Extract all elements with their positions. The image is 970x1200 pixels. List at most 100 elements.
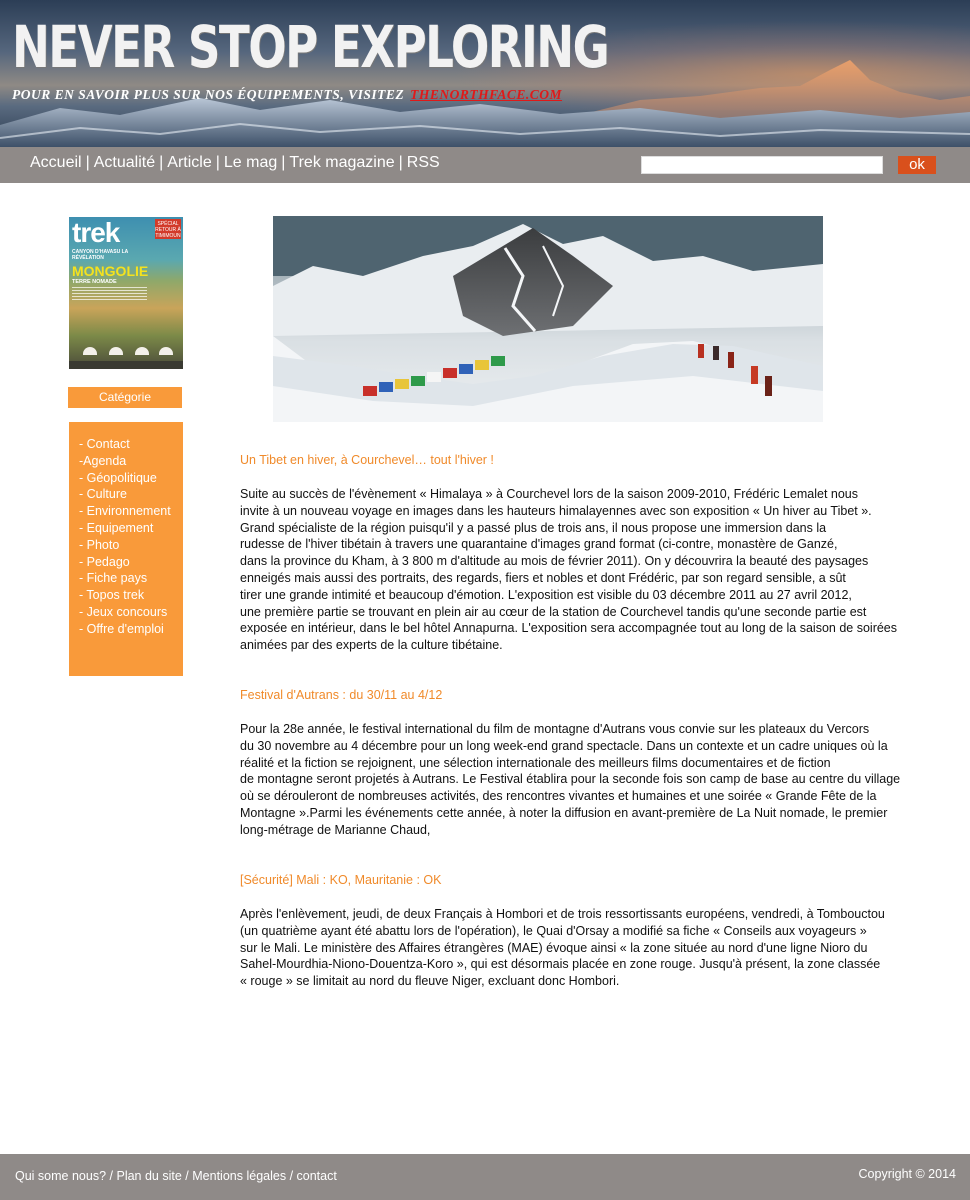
nav-article[interactable]: Article: [167, 154, 211, 171]
article-3: [Sécurité] Mali : KO, Mauritanie : OK Ap…: [240, 872, 940, 988]
magazine-badge: SPÉCIAL RETOUR À TIMIMOUN: [155, 219, 181, 239]
article-line: où se dérouleront de nombreuses activité…: [240, 789, 877, 804]
article-line: Sahel-Mourdhia-Niono-Douentza-Koro », qu…: [240, 957, 881, 972]
nav-separator: |: [215, 154, 220, 171]
nav-rss[interactable]: RSS: [407, 154, 440, 171]
article-line: invite à un nouveau voyage en images dan…: [240, 503, 872, 518]
nav-separator: |: [398, 154, 403, 171]
yurt-image: [109, 347, 123, 355]
article-line: Après l'enlèvement, jeudi, de deux Franç…: [240, 907, 885, 921]
magazine-cover[interactable]: trek SPÉCIAL RETOUR À TIMIMOUN CANYON D'…: [69, 217, 183, 369]
nav-separator: |: [281, 154, 286, 171]
footer-separator: /: [185, 1169, 189, 1183]
category-item: - Contact: [79, 436, 171, 453]
category-link-topos-trek[interactable]: - Topos trek: [79, 588, 144, 602]
article-line: Montagne ».Parmi les événements cette an…: [240, 805, 888, 820]
category-link-equipement[interactable]: - Equipement: [79, 521, 153, 535]
magazine-text-lines: [72, 287, 147, 301]
article-line: animées par des experts de la culture ti…: [240, 638, 503, 653]
banner-tagline: POUR EN SAVOIR PLUS SUR NOS ÉQUIPEMENTS,…: [12, 87, 562, 103]
main-nav: Accueil | Actualité | Article | Le mag | Trek ma…: [30, 154, 440, 172]
hero-photo: [273, 216, 823, 422]
category-item: - Photo: [79, 537, 171, 554]
nav-separator: |: [85, 154, 90, 171]
article-line: rudesse de l'hiver tibétain à travers un…: [240, 537, 838, 552]
article-line: du 30 novembre au 4 décembre pour un lon…: [240, 738, 888, 753]
article-line: enneigés mais aussi des portraits, des r…: [240, 570, 846, 585]
article-body: Après l'enlèvement, jeudi, de deux Franç…: [240, 906, 885, 990]
nav-actualite[interactable]: Actualité: [94, 154, 155, 171]
category-item: - Equipement: [79, 520, 171, 537]
magazine-title: MONGOLIE: [72, 263, 149, 279]
magazine-cover-line: CANYON D'HAVASU LA RÉVÉLATION: [72, 249, 129, 261]
category-link-environnement[interactable]: - Environnement: [79, 504, 171, 518]
footer-separator: /: [289, 1169, 294, 1183]
search-submit-button[interactable]: ok: [898, 156, 936, 174]
article-line: une première partie se trouvant en plein…: [240, 604, 867, 619]
category-item: - Fiche pays: [79, 570, 171, 587]
article-line: « rouge » se limitait au nord du fleuve …: [240, 974, 620, 989]
magazine-subtitle: TERRE NOMADE: [72, 279, 117, 285]
footer-link-about[interactable]: Qui some nous?: [15, 1169, 106, 1183]
footer-link-legal[interactable]: Mentions légales: [192, 1169, 286, 1183]
article-line: Grand spécialiste de la région puisqu'il…: [240, 520, 827, 535]
article-line: tirer une grande intimité et beaucoup d'…: [240, 587, 852, 602]
article-line: exposée en intérieur, dans le bel hôtel …: [240, 621, 898, 636]
nav-accueil[interactable]: Accueil: [30, 154, 82, 171]
category-link-fiche-pays[interactable]: - Fiche pays: [79, 571, 147, 585]
magazine-logo: trek: [72, 217, 120, 248]
search-input[interactable]: [641, 156, 883, 174]
article-line: Suite au succès de l'évènement « Himalay…: [240, 487, 859, 501]
footer-nav: Qui some nous? / Plan du site / Mentions…: [15, 1169, 337, 1183]
category-item: - Environnement: [79, 503, 171, 520]
article-2: Festival d'Autrans : du 30/11 au 4/12 Po…: [240, 687, 940, 837]
header-banner: NEVER STOP EXPLORING POUR EN SAVOIR PLUS…: [0, 0, 970, 147]
article-line: Pour la 28e année, le festival internati…: [240, 722, 870, 736]
category-link-photo[interactable]: - Photo: [79, 538, 119, 552]
article-title[interactable]: Festival d'Autrans : du 30/11 au 4/12: [240, 687, 940, 704]
nav-trek-magazine[interactable]: Trek magazine: [289, 154, 394, 171]
article-line: dans la province du Kham, à 3 800 m d'al…: [240, 554, 869, 569]
category-item: - Culture: [79, 486, 171, 503]
category-item: - Pedago: [79, 554, 171, 571]
category-item: -Agenda: [79, 453, 171, 470]
article-body: Pour la 28e année, le festival internati…: [240, 721, 900, 839]
category-item: - Topos trek: [79, 587, 171, 604]
category-link-culture[interactable]: - Culture: [79, 487, 127, 501]
article-line: réalité et la fiction se rejoignent, une…: [240, 755, 831, 770]
magazine-footer-strip: [69, 361, 183, 369]
category-list: - Contact -Agenda - Géopolitique - Cultu…: [79, 436, 171, 638]
yurt-image: [83, 347, 97, 355]
category-link-jeux-concours[interactable]: - Jeux concours: [79, 605, 167, 619]
category-item: - Jeux concours: [79, 604, 171, 621]
nav-le-mag[interactable]: Le mag: [224, 154, 277, 171]
article-line: (un quatrième ayant été abattu lors de l…: [240, 923, 867, 938]
page-footer: Qui some nous? / Plan du site / Mentions…: [0, 1154, 970, 1200]
article-1: Un Tibet en hiver, à Courchevel… tout l'…: [240, 452, 940, 652]
article-line: long-métrage de Marianne Chaud,: [240, 822, 431, 837]
category-link-geopolitique[interactable]: - Géopolitique: [79, 471, 157, 485]
category-item: - Offre d'emploi: [79, 621, 171, 638]
category-panel: - Contact -Agenda - Géopolitique - Cultu…: [69, 422, 183, 676]
category-link-contact[interactable]: - Contact: [79, 437, 130, 451]
article-line: sur le Mali. Le ministère des Affaires é…: [240, 940, 868, 955]
category-heading: Catégorie: [68, 387, 182, 408]
category-item: - Géopolitique: [79, 470, 171, 487]
category-link-offre-emploi[interactable]: - Offre d'emploi: [79, 622, 164, 636]
category-link-agenda[interactable]: -Agenda: [79, 454, 126, 468]
everest-summit-image: [273, 216, 823, 422]
article-title[interactable]: [Sécurité] Mali : KO, Mauritanie : OK: [240, 872, 940, 889]
article-title[interactable]: Un Tibet en hiver, à Courchevel… tout l'…: [240, 452, 940, 469]
footer-link-contact[interactable]: contact: [297, 1169, 337, 1183]
banner-tagline-text: POUR EN SAVOIR PLUS SUR NOS ÉQUIPEMENTS,…: [12, 87, 405, 102]
northface-link[interactable]: THENORTHFACE.COM: [410, 87, 562, 102]
category-link-pedago[interactable]: - Pedago: [79, 555, 130, 569]
yurt-image: [159, 347, 173, 355]
footer-separator: /: [109, 1169, 113, 1183]
copyright-notice: Copyright © 2014: [858, 1167, 956, 1181]
article-line: de montagne seront projetés à Autrans. L…: [240, 772, 901, 787]
nav-separator: |: [159, 154, 164, 171]
footer-link-sitemap[interactable]: Plan du site: [116, 1169, 181, 1183]
article-body: Suite au succès de l'évènement « Himalay…: [240, 486, 897, 654]
banner-headline: NEVER STOP EXPLORING: [12, 13, 610, 81]
